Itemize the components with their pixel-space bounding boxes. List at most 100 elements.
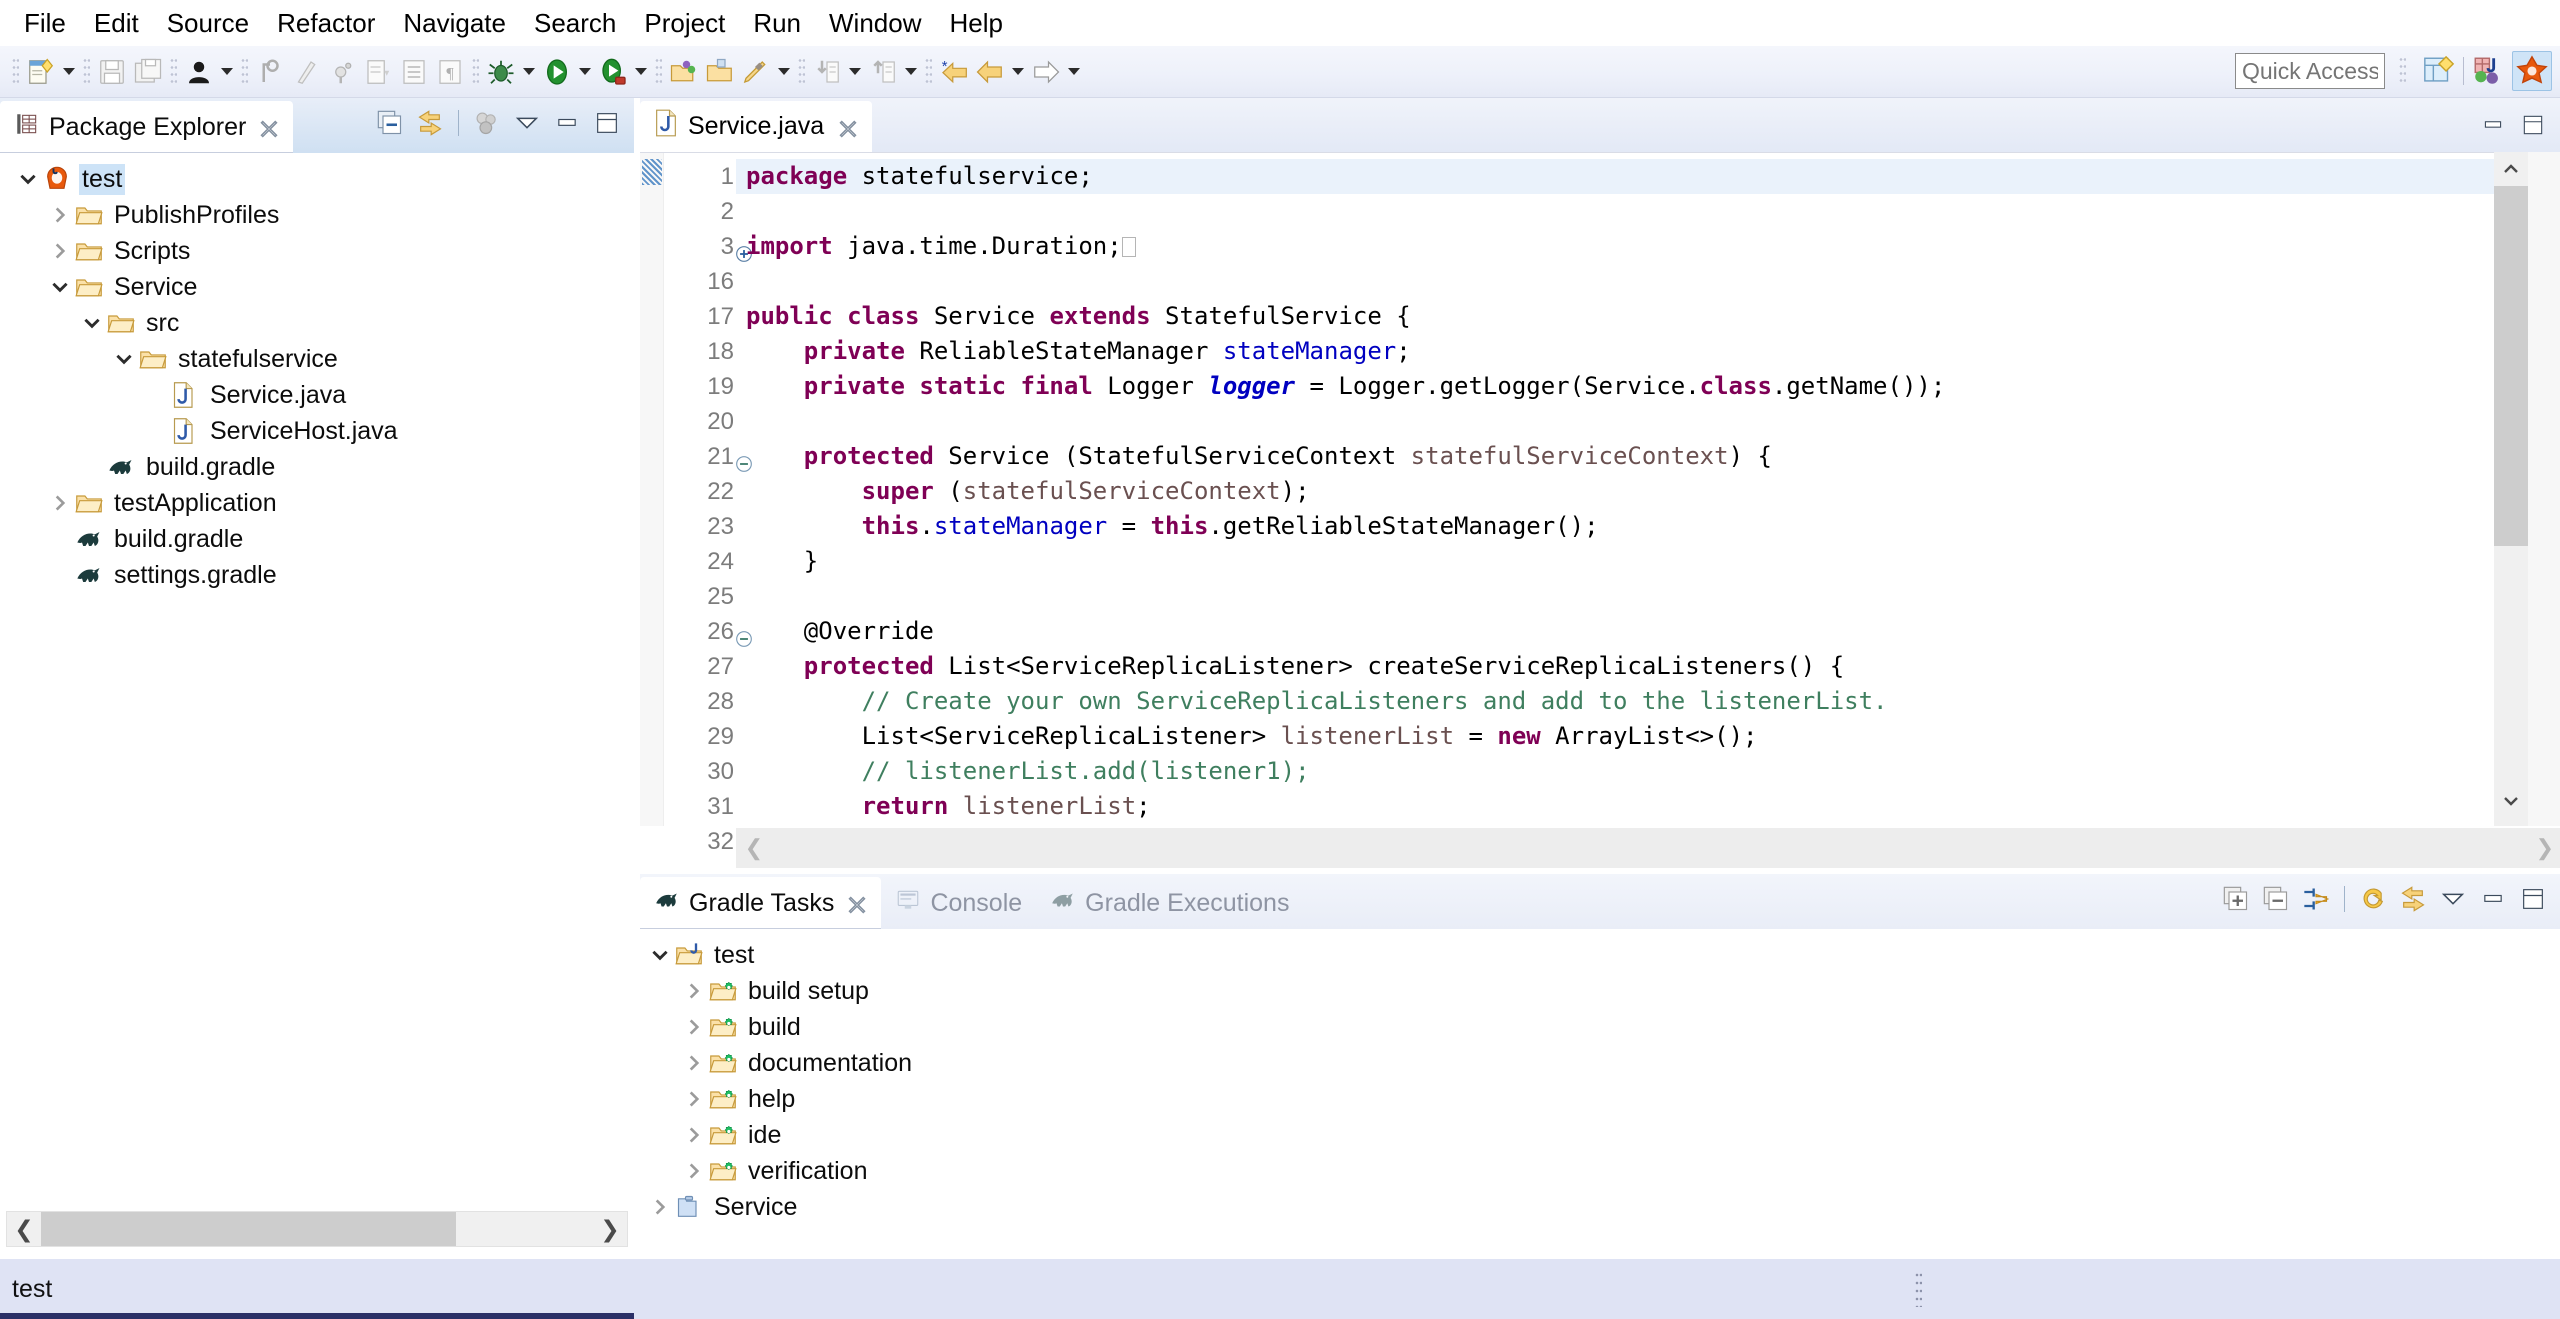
package-explorer-item-testapplication[interactable]: testApplication [0,485,634,521]
package-explorer-item-servicehost-java[interactable]: ServiceHost.java [0,413,634,449]
open-type-button[interactable] [702,53,738,91]
package-explorer-item-scripts[interactable]: Scripts [0,233,634,269]
code-line[interactable]: // listenerList.add(listener1); [736,754,2560,789]
tab-service-java[interactable]: Service.java [640,101,873,152]
code-line[interactable]: package statefulservice; [736,159,2560,194]
folded-import-placeholder-icon[interactable] [1121,237,1136,257]
code-line[interactable]: this.stateManager = this.getReliableStat… [736,509,2560,544]
coverage-dropdown[interactable] [631,53,651,91]
code-line[interactable]: return listenerList; [736,789,2560,824]
expand-all-button[interactable] [2219,882,2253,916]
new-java-project-button[interactable] [666,53,702,91]
code-line[interactable]: super (statefulServiceContext); [736,474,2560,509]
show-whitespace-button[interactable]: ¶ [432,53,468,91]
code-line[interactable]: @Override [736,614,2560,649]
status-resize-grip[interactable] [1915,1271,1922,1307]
chevron-right-icon[interactable] [680,1085,708,1113]
collapse-all-button[interactable] [373,106,407,140]
toggle-grouping-button[interactable] [2299,882,2333,916]
scroll-left-icon[interactable]: ❮ [7,1212,41,1246]
menu-project[interactable]: Project [630,6,739,41]
perspective-grip[interactable] [2399,56,2406,86]
quick-access-input[interactable] [2235,53,2385,89]
hscroll-thumb[interactable] [41,1212,456,1246]
code-line[interactable]: import java.time.Duration; [736,229,2560,264]
code-line[interactable] [736,194,2560,229]
maximize-button[interactable] [2516,882,2550,916]
chevron-down-icon[interactable] [14,165,42,193]
open-perspective-button[interactable] [2419,51,2459,91]
code-line[interactable] [736,264,2560,299]
code-line[interactable]: } [736,824,2560,826]
code-editor[interactable]: 1 2 3 16 17 18 19 20 21 22 23 24 25 26 27 28 29 30 31 32 pa… [640,152,2560,855]
coverage-button[interactable] [595,53,631,91]
tab-package-explorer[interactable]: Package Explorer [0,101,294,153]
close-icon[interactable] [838,117,858,138]
new-wizard-button[interactable] [23,53,59,91]
new-class-button[interactable] [360,53,396,91]
overview-ruler[interactable] [2528,152,2560,826]
code-line[interactable]: private static final Logger logger = Log… [736,369,2560,404]
package-explorer-item-service-java[interactable]: Service.java [0,377,634,413]
code-line[interactable]: private ReliableStateManager stateManage… [736,334,2560,369]
toolbar-grip[interactable] [655,56,662,87]
chevron-down-icon[interactable] [78,309,106,337]
code-line[interactable]: protected Service (StatefulServiceContex… [736,439,2560,474]
toolbar-grip[interactable] [798,56,805,87]
gradle-task-item-ide[interactable]: ide [640,1117,2560,1153]
forward-button[interactable] [1028,53,1064,91]
menu-source[interactable]: Source [153,6,263,41]
code-line[interactable] [736,404,2560,439]
menu-run[interactable]: Run [739,6,815,41]
chevron-right-icon[interactable] [46,489,74,517]
view-menu-button[interactable] [2436,882,2470,916]
run-button[interactable] [539,53,575,91]
vscroll-thumb[interactable] [2494,186,2528,546]
back-button[interactable] [972,53,1008,91]
minimize-button[interactable] [550,106,584,140]
chevron-right-icon[interactable] [646,1193,674,1221]
debug-dropdown[interactable] [519,53,539,91]
menu-search[interactable]: Search [520,6,630,41]
minimize-button[interactable] [2480,112,2506,143]
toolbar-grip[interactable] [12,56,19,87]
scroll-down-icon[interactable] [2494,784,2528,818]
new-wizard-dropdown[interactable] [59,53,79,91]
forward-dropdown[interactable] [1064,53,1084,91]
close-icon[interactable] [847,893,867,914]
back-dropdown[interactable] [1008,53,1028,91]
package-explorer-item-src[interactable]: src [0,305,634,341]
export-dropdown[interactable] [901,53,921,91]
tab-gradle-tasks[interactable]: Gradle Tasks [640,877,882,929]
save-all-button[interactable] [130,53,166,91]
package-explorer-tree[interactable]: test PublishProfiles Scripts Service src stat… [0,153,634,1207]
code-text[interactable]: package statefulservice; import java.time… [736,153,2560,826]
maximize-button[interactable] [2520,112,2546,143]
scroll-up-icon[interactable] [2494,152,2528,186]
code-line[interactable] [736,579,2560,614]
chevron-right-icon[interactable] [680,1157,708,1185]
scroll-left-icon[interactable]: ❮ [736,835,772,861]
toolbar-grip[interactable] [472,56,479,87]
chevron-right-icon[interactable] [46,201,74,229]
open-task-button[interactable] [396,53,432,91]
chevron-down-icon[interactable] [110,345,138,373]
link-with-selection-button[interactable] [2396,882,2430,916]
package-explorer-item-settings-gradle[interactable]: settings.gradle [0,557,634,593]
editor-vscrollbar[interactable] [2494,152,2528,826]
focus-on-active-task-button[interactable] [470,106,504,140]
maximize-button[interactable] [590,106,624,140]
import-button[interactable] [809,53,845,91]
export-button[interactable] [865,53,901,91]
run-dropdown[interactable] [575,53,595,91]
package-explorer-item-publishprofiles[interactable]: PublishProfiles [0,197,634,233]
gradle-task-item-build[interactable]: build [640,1009,2560,1045]
package-explorer-item-build-gradle[interactable]: build.gradle [0,521,634,557]
chevron-right-icon[interactable] [680,977,708,1005]
tab-gradle-executions[interactable]: Gradle Executions [1036,877,1303,929]
gradle-task-item-test[interactable]: test [640,937,2560,973]
gradle-task-item-build-setup[interactable]: build setup [640,973,2560,1009]
scroll-right-icon[interactable]: ❯ [593,1212,627,1246]
gradle-task-item-documentation[interactable]: documentation [640,1045,2560,1081]
code-line[interactable]: public class Service extends StatefulSer… [736,299,2560,334]
